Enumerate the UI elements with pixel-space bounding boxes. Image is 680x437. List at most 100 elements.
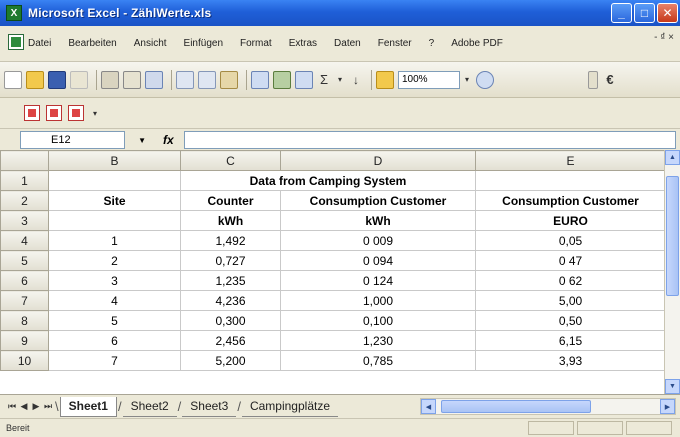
cut-icon[interactable] bbox=[176, 70, 194, 89]
header-counter[interactable]: Counter bbox=[180, 190, 281, 211]
cell-counter[interactable]: 4,236 bbox=[180, 290, 281, 311]
toolbar-overflow-icon[interactable] bbox=[588, 70, 598, 89]
insert-function-icon[interactable]: fx bbox=[163, 133, 174, 147]
unit-consumption-kwh[interactable]: kWh bbox=[280, 210, 476, 231]
scroll-right-icon[interactable]: ▶ bbox=[660, 399, 675, 414]
row-header[interactable]: 6 bbox=[0, 270, 49, 291]
cell-consumption-kwh[interactable]: 0 009 bbox=[280, 230, 476, 251]
open-icon[interactable] bbox=[26, 70, 44, 89]
copy-icon[interactable] bbox=[198, 70, 216, 89]
cell-site[interactable]: 5 bbox=[48, 310, 181, 331]
horizontal-scrollbar[interactable]: ◀ ▶ bbox=[420, 398, 676, 415]
last-sheet-icon[interactable]: ⏭ bbox=[42, 401, 54, 412]
cell-counter[interactable]: 1,235 bbox=[180, 270, 281, 291]
row-header[interactable]: 4 bbox=[0, 230, 49, 251]
hyperlink-icon[interactable] bbox=[295, 70, 313, 89]
unit-counter[interactable]: kWh bbox=[180, 210, 281, 231]
cell-consumption-kwh[interactable]: 0,785 bbox=[280, 350, 476, 371]
vertical-scroll-thumb[interactable] bbox=[666, 176, 679, 296]
cell-site[interactable]: 6 bbox=[48, 330, 181, 351]
autosum-icon[interactable]: Σ bbox=[317, 71, 331, 89]
workbook-icon[interactable] bbox=[8, 34, 24, 50]
euro-icon[interactable]: € bbox=[602, 71, 618, 89]
cell-consumption-euro[interactable]: 0 62 bbox=[475, 270, 666, 291]
row-header[interactable]: 9 bbox=[0, 330, 49, 351]
menu-adobe-pdf[interactable]: Adobe PDF bbox=[451, 38, 503, 49]
unit-site[interactable] bbox=[48, 210, 181, 231]
spelling-icon[interactable] bbox=[145, 70, 163, 89]
menu-datei[interactable]: Datei bbox=[28, 38, 51, 49]
row-header[interactable]: 7 bbox=[0, 290, 49, 311]
cell-consumption-euro[interactable]: 5,00 bbox=[475, 290, 666, 311]
vertical-scrollbar[interactable]: ▲ ▼ bbox=[664, 150, 680, 394]
menu-ansicht[interactable]: Ansicht bbox=[134, 38, 167, 49]
paste-icon[interactable] bbox=[220, 70, 238, 89]
column-header-b[interactable]: B bbox=[48, 150, 181, 171]
maximize-button[interactable]: □ bbox=[634, 3, 655, 23]
cell-counter[interactable]: 0,300 bbox=[180, 310, 281, 331]
formula-input[interactable] bbox=[183, 130, 676, 149]
cell-consumption-kwh[interactable]: 0 124 bbox=[280, 270, 476, 291]
cell-consumption-kwh[interactable]: 0 094 bbox=[280, 250, 476, 271]
next-sheet-icon[interactable]: ▶ bbox=[30, 401, 42, 412]
header-consumption-euro[interactable]: Consumption Customer bbox=[475, 190, 666, 211]
close-button[interactable]: ✕ bbox=[657, 3, 678, 23]
sheet-title-cell[interactable]: Data from Camping System bbox=[180, 170, 476, 191]
menu-help[interactable]: ? bbox=[429, 38, 435, 49]
pdf-toolbar-dropdown[interactable]: ▾ bbox=[90, 104, 100, 122]
cell-counter[interactable]: 2,456 bbox=[180, 330, 281, 351]
column-header-d[interactable]: D bbox=[280, 150, 476, 171]
sort-ascending-icon[interactable]: ↓ bbox=[349, 71, 363, 89]
cell-consumption-kwh[interactable]: 1,000 bbox=[280, 290, 476, 311]
header-site[interactable]: Site bbox=[48, 190, 181, 211]
name-box[interactable]: E12 ▼ bbox=[20, 130, 146, 149]
row-header[interactable]: 3 bbox=[0, 210, 49, 231]
horizontal-scroll-thumb[interactable] bbox=[441, 400, 591, 413]
tab-sheet2[interactable]: Sheet2 bbox=[122, 397, 177, 417]
zoom-dropdown[interactable]: ▾ bbox=[462, 71, 472, 89]
convert-pdf-review-icon[interactable] bbox=[68, 105, 84, 121]
print-preview-icon[interactable] bbox=[123, 70, 141, 89]
cell-consumption-euro[interactable]: 0,05 bbox=[475, 230, 666, 251]
cell-e1[interactable] bbox=[475, 170, 666, 191]
row-header[interactable]: 1 bbox=[0, 170, 49, 191]
cell-counter[interactable]: 5,200 bbox=[180, 350, 281, 371]
print-icon[interactable] bbox=[101, 70, 119, 89]
scroll-left-icon[interactable]: ◀ bbox=[421, 399, 436, 414]
cell-consumption-kwh[interactable]: 1,230 bbox=[280, 330, 476, 351]
menu-bearbeiten[interactable]: Bearbeiten bbox=[68, 38, 116, 49]
select-all-corner[interactable] bbox=[0, 150, 49, 171]
cell-site[interactable]: 1 bbox=[48, 230, 181, 251]
previous-sheet-icon[interactable]: ◀ bbox=[18, 401, 30, 412]
column-header-e[interactable]: E bbox=[475, 150, 666, 171]
cell-counter[interactable]: 1,492 bbox=[180, 230, 281, 251]
cell-counter[interactable]: 0,727 bbox=[180, 250, 281, 271]
chart-wizard-icon[interactable] bbox=[376, 70, 394, 89]
cell-b1[interactable] bbox=[48, 170, 181, 191]
cell-consumption-euro[interactable]: 0 47 bbox=[475, 250, 666, 271]
row-header[interactable]: 10 bbox=[0, 350, 49, 371]
cell-site[interactable]: 4 bbox=[48, 290, 181, 311]
tab-sheet1[interactable]: Sheet1 bbox=[59, 396, 117, 417]
zoom-select[interactable]: 100% bbox=[398, 70, 460, 89]
convert-pdf-mail-icon[interactable] bbox=[46, 105, 62, 121]
menu-daten[interactable]: Daten bbox=[334, 38, 361, 49]
tab-campingplaetze[interactable]: Campingplätze bbox=[241, 397, 338, 417]
permission-icon[interactable] bbox=[70, 70, 88, 89]
column-header-c[interactable]: C bbox=[180, 150, 281, 171]
save-icon[interactable] bbox=[48, 70, 66, 89]
undo-icon[interactable] bbox=[251, 70, 269, 89]
menu-einfuegen[interactable]: Einfügen bbox=[184, 38, 223, 49]
help-icon[interactable] bbox=[476, 70, 494, 89]
menu-format[interactable]: Format bbox=[240, 38, 272, 49]
header-consumption-kwh[interactable]: Consumption Customer bbox=[280, 190, 476, 211]
chart-icon[interactable] bbox=[273, 70, 291, 89]
row-header[interactable]: 5 bbox=[0, 250, 49, 271]
row-header[interactable]: 8 bbox=[0, 310, 49, 331]
cell-consumption-euro[interactable]: 0,50 bbox=[475, 310, 666, 331]
first-sheet-icon[interactable]: ⏮ bbox=[6, 401, 18, 412]
convert-pdf-icon[interactable] bbox=[24, 105, 40, 121]
cell-site[interactable]: 2 bbox=[48, 250, 181, 271]
cell-consumption-euro[interactable]: 6,15 bbox=[475, 330, 666, 351]
cell-consumption-kwh[interactable]: 0,100 bbox=[280, 310, 476, 331]
